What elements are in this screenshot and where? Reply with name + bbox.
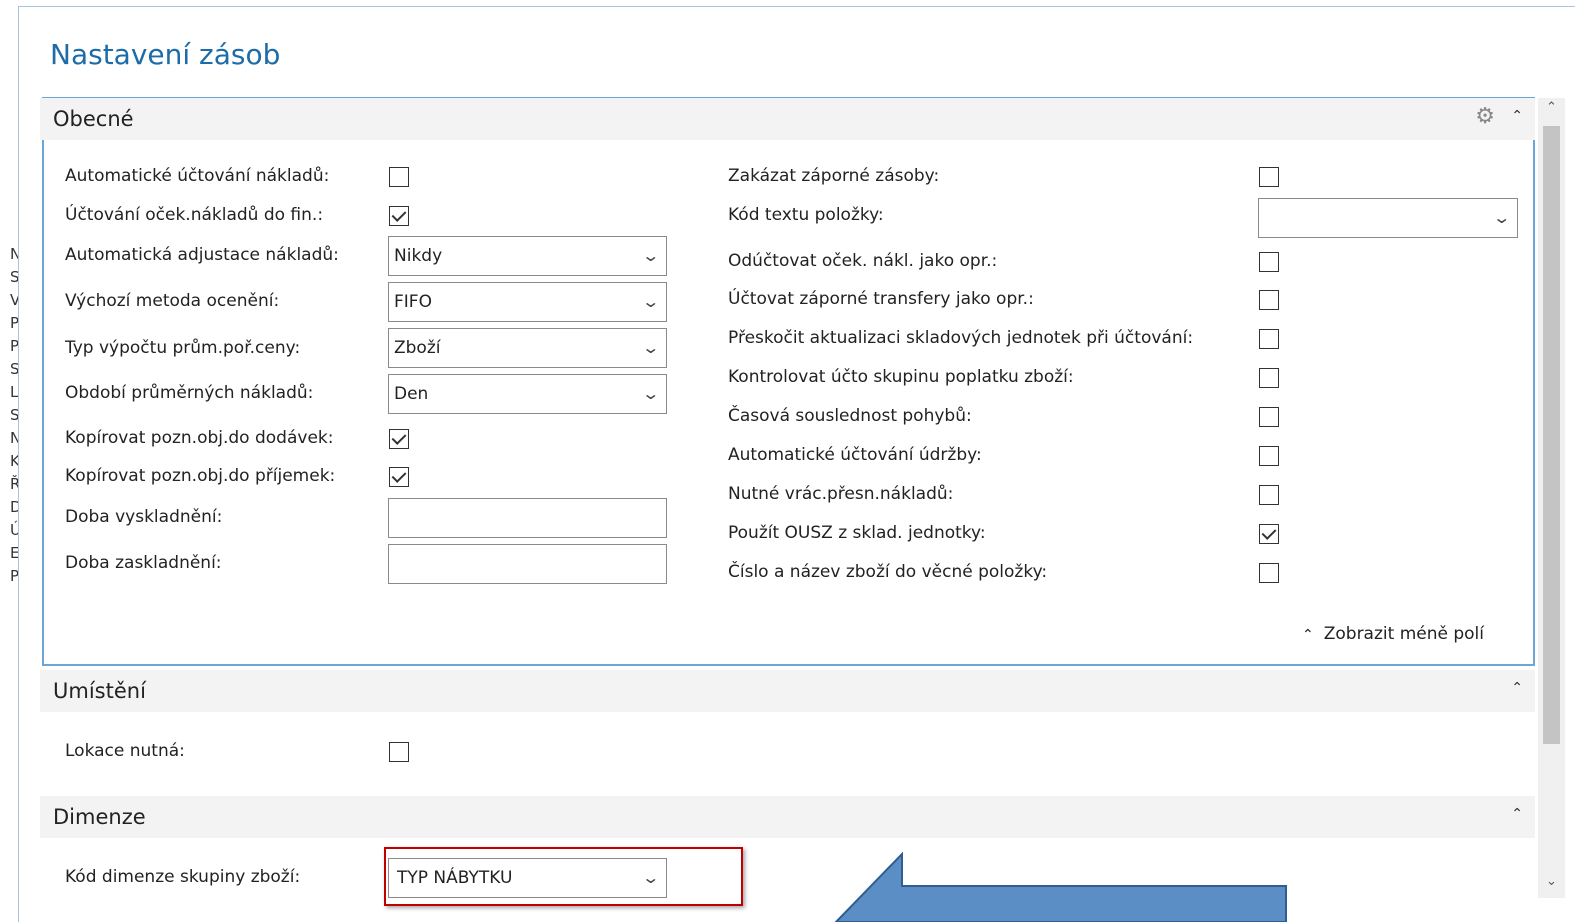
field-label: Doba vyskladnění: [65,507,223,527]
field-label: Kopírovat pozn.obj.do dodávek: [65,428,334,448]
fasttab-general-title: Obecné [53,107,134,131]
field-label: Typ výpočtu prům.poř.ceny: [65,338,301,358]
field-label: Automatická adjustace nákladů: [65,245,339,265]
scroll-thumb[interactable] [1543,126,1560,744]
show-less-fields-button[interactable]: ⌃ Zobrazit méně polí [1302,624,1484,644]
field-label: Časová souslednost pohybů: [728,406,972,426]
copy-comments-to-shipments-checkbox[interactable] [389,429,409,449]
field-label: Účtovat záporné transfery jako opr.: [728,289,1034,309]
field-label: Automatické účtování údržby: [728,445,982,465]
inbound-whse-handling-time-input[interactable] [388,544,667,584]
field-label: Odúčtovat oček. nákl. jako opr.: [728,251,998,271]
field-label: Období průměrných nákladů: [65,383,314,403]
field-label: Kontrolovat účto skupinu poplatku zboží: [728,367,1074,387]
field-label: Číslo a název zboží do věcné položky: [728,562,1048,582]
show-less-label: Zobrazit méně polí [1323,624,1484,644]
negative-transfer-correction-checkbox[interactable] [1259,290,1279,310]
fasttab-dimensions-header[interactable]: Dimenze ⌃ [40,796,1535,838]
up-arrow-annotation [834,852,1287,922]
chevron-down-icon: ⌄ [640,246,660,265]
auto-maintenance-posting-checkbox[interactable] [1259,446,1279,466]
field-label: Automatické účtování nákladů: [65,166,330,186]
expected-cost-correction-checkbox[interactable] [1259,252,1279,272]
field-label: Výchozí metoda ocenění: [65,291,280,311]
select-value: Den [394,384,429,404]
field-label: Přeskočit aktualizaci skladových jednote… [728,328,1194,348]
chevron-down-icon: ⌄ [640,338,660,357]
auto-cost-adjustment-select[interactable]: Nikdy ⌄ [388,236,667,276]
select-value: Zboží [394,338,441,358]
expected-cost-posting-checkbox[interactable] [389,206,409,226]
select-value: FIFO [394,292,432,312]
chevron-up-icon[interactable]: ⌃ [1511,806,1523,822]
scroll-up-icon[interactable]: ⌃ [1538,98,1565,118]
fasttab-location-title: Umístění [53,679,146,703]
chevron-down-icon: ⌄ [640,384,660,403]
fasttab-dimensions-title: Dimenze [53,805,146,829]
chevron-up-icon[interactable]: ⌃ [1511,680,1523,696]
fasttab-general-header[interactable]: Obecné ⚙ ⌃ [40,98,1535,140]
field-label: Kód textu položky: [728,205,884,225]
exact-cost-reversing-checkbox[interactable] [1259,485,1279,505]
scroll-down-icon[interactable]: ⌄ [1538,872,1565,892]
field-label: Zakázat záporné zásoby: [728,166,940,186]
vertical-scrollbar[interactable]: ⌃ ⌄ [1538,98,1565,898]
gears-icon[interactable]: ⚙ [1475,104,1495,129]
field-label: Účtování oček.nákladů do fin.: [65,205,324,225]
chevron-down-icon: ⌄ [640,292,660,311]
entry-chronology-checkbox[interactable] [1259,407,1279,427]
chevron-down-icon: ⌄ [1491,208,1511,227]
chevron-up-icon: ⌃ [1302,627,1314,643]
skip-sku-update-checkbox[interactable] [1259,329,1279,349]
item-text-code-select[interactable]: ⌄ [1258,198,1518,238]
average-cost-period-select[interactable]: Den ⌄ [388,374,667,414]
page-title: Nastavení zásob [50,38,281,71]
fasttab-location-header[interactable]: Umístění ⌃ [40,670,1535,712]
location-mandatory-checkbox[interactable] [389,742,409,762]
field-label: Kód dimenze skupiny zboží: [65,867,301,887]
average-cost-calc-type-select[interactable]: Zboží ⌄ [388,328,667,368]
field-label: Lokace nutná: [65,741,185,761]
field-label: Použít OUSZ z sklad. jednotky: [728,523,986,543]
select-value: Nikdy [394,246,443,266]
background-app [0,0,9,922]
item-no-name-to-gl-checkbox[interactable] [1259,563,1279,583]
use-sku-gl-setup-checkbox[interactable] [1259,524,1279,544]
field-label: Kopírovat pozn.obj.do příjemek: [65,466,336,486]
prevent-negative-inventory-checkbox[interactable] [1259,167,1279,187]
default-costing-method-select[interactable]: FIFO ⌄ [388,282,667,322]
field-label: Doba zaskladnění: [65,553,222,573]
chevron-up-icon[interactable]: ⌃ [1511,108,1523,124]
outbound-whse-handling-time-input[interactable] [388,498,667,538]
auto-cost-posting-checkbox[interactable] [389,167,409,187]
highlight-annotation-box [384,847,743,906]
check-item-charge-group-checkbox[interactable] [1259,368,1279,388]
copy-comments-to-receipts-checkbox[interactable] [389,467,409,487]
field-label: Nutné vrác.přesn.nákladů: [728,484,954,504]
